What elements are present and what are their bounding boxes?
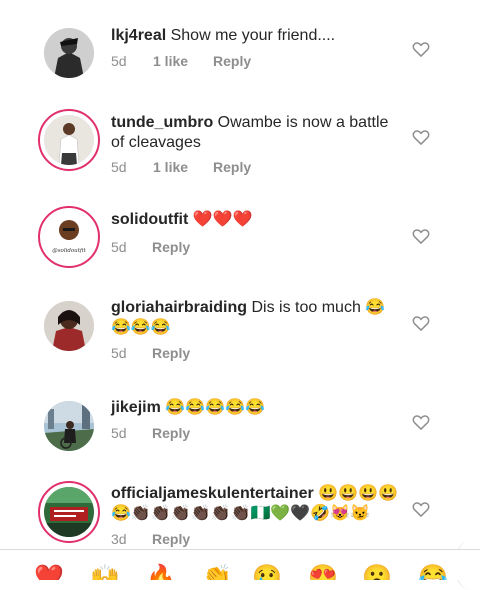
- avatar[interactable]: [44, 401, 94, 451]
- avatar-image: [44, 115, 94, 165]
- comment-time: 5d: [111, 53, 127, 69]
- like-heart-icon[interactable]: [411, 226, 431, 246]
- like-heart-icon[interactable]: [411, 127, 431, 147]
- avatar[interactable]: [38, 481, 100, 543]
- comment-body: officialjameskulentertainer 😃😃😃😃😂👏🏿👏🏿👏🏿👏…: [111, 484, 411, 524]
- comment-time: 5d: [111, 345, 127, 361]
- comment-body: tunde_umbro Owambe is now a battle of cl…: [111, 113, 401, 153]
- like-heart-icon[interactable]: [411, 412, 431, 432]
- avatar[interactable]: @solidoutfit: [38, 206, 100, 268]
- comment-username[interactable]: lkj4real: [111, 27, 166, 44]
- avatar[interactable]: [44, 301, 94, 351]
- like-heart-icon[interactable]: [411, 39, 431, 59]
- comment-time: 5d: [111, 159, 127, 175]
- reaction-laughing-button[interactable]: 😂: [418, 566, 448, 581]
- comment-time: 5d: [111, 239, 127, 255]
- reaction-fire-button[interactable]: 🔥: [146, 566, 176, 581]
- comment-time: 5d: [111, 425, 127, 441]
- reaction-clap-button[interactable]: 👏: [202, 566, 232, 581]
- avatar-text: @solidoutfit: [52, 247, 86, 254]
- reply-button[interactable]: Reply: [152, 531, 190, 547]
- avatar-image: [44, 487, 94, 537]
- comment-likes[interactable]: 1 like: [153, 53, 188, 69]
- reply-button[interactable]: Reply: [152, 239, 190, 255]
- like-heart-icon[interactable]: [411, 499, 431, 519]
- comment-body: gloriahairbraiding Dis is too much 😂😂😂😂: [111, 298, 401, 338]
- comment-username[interactable]: jikejim: [111, 399, 161, 416]
- comment-username[interactable]: gloriahairbraiding: [111, 299, 247, 316]
- comment-likes[interactable]: 1 like: [153, 159, 188, 175]
- reply-button[interactable]: Reply: [213, 53, 251, 69]
- comment-username[interactable]: tunde_umbro: [111, 114, 213, 131]
- reply-button[interactable]: Reply: [213, 159, 251, 175]
- comment-body: jikejim 😂😂😂😂😂: [111, 398, 401, 418]
- comment-username[interactable]: solidoutfit: [111, 211, 188, 228]
- comment-text: 😂😂😂😂😂: [165, 399, 265, 416]
- comment-time: 3d: [111, 531, 127, 547]
- comment-body: solidoutfit ❤️❤️❤️: [111, 210, 401, 230]
- quick-reaction-bar: ❤️ 🙌 🔥 👏 😢 😍 😮 😂: [0, 549, 480, 580]
- avatar[interactable]: [44, 28, 94, 78]
- reaction-raised-hands-button[interactable]: 🙌: [90, 566, 120, 581]
- comment-username[interactable]: officialjameskulentertainer: [111, 485, 314, 502]
- reaction-crying-button[interactable]: 😢: [252, 566, 282, 581]
- reaction-heart-button[interactable]: ❤️: [34, 566, 64, 581]
- reply-button[interactable]: Reply: [152, 345, 190, 361]
- like-heart-icon[interactable]: [411, 313, 431, 333]
- avatar-image: @solidoutfit: [44, 212, 94, 262]
- reaction-surprised-button[interactable]: 😮: [362, 566, 392, 581]
- comment-text: Show me your friend....: [170, 27, 336, 44]
- avatar[interactable]: [38, 109, 100, 171]
- reply-button[interactable]: Reply: [152, 425, 190, 441]
- reaction-heart-eyes-button[interactable]: 😍: [308, 566, 338, 581]
- comment-text: ❤️❤️❤️: [192, 211, 253, 228]
- comment-body: lkj4real Show me your friend....: [111, 26, 401, 46]
